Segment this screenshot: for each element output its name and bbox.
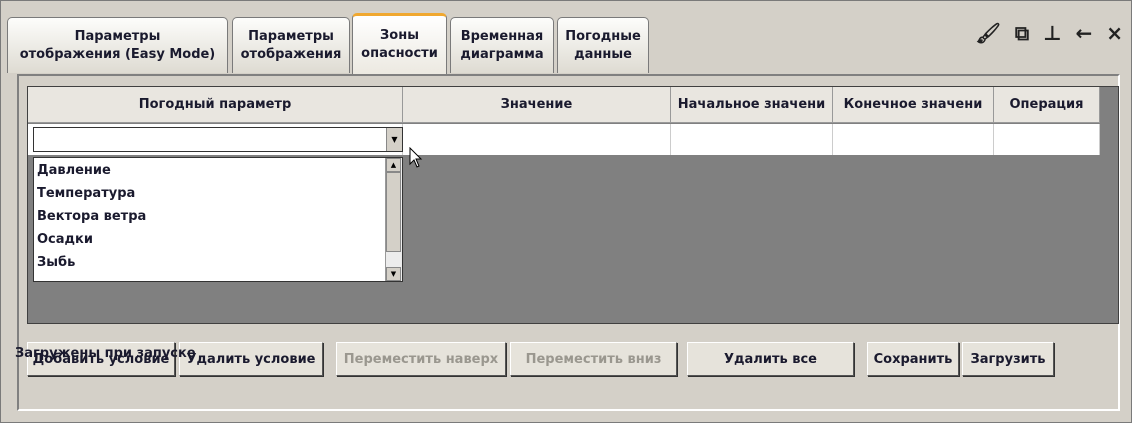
brush-icon[interactable]: 🖌: [976, 21, 1001, 45]
remove-condition-button[interactable]: Удалить условие: [179, 342, 323, 376]
status-text: Загружены при запуске: [15, 346, 196, 361]
row-cell-end-value[interactable]: [833, 124, 994, 155]
dropdown-arrow-icon[interactable]: ▼: [386, 128, 402, 151]
tab-danger-zones[interactable]: Зоны опасности: [352, 13, 447, 74]
pin-icon[interactable]: ⊥: [1043, 21, 1061, 45]
row-cell-value[interactable]: [403, 124, 671, 155]
window-frame: Параметры отображения (Easy Mode) Параме…: [0, 0, 1132, 423]
row-cell-operation[interactable]: [994, 124, 1100, 155]
dropdown-option-swell[interactable]: Зыбь: [37, 252, 75, 274]
dropdown-option-precipitation[interactable]: Осадки: [37, 229, 93, 251]
dropdown-option-temperature[interactable]: Температура: [37, 183, 135, 205]
dropdown-option-wind-vectors[interactable]: Вектора ветра: [37, 206, 146, 228]
dropdown-option-pressure[interactable]: Давление: [37, 160, 111, 182]
mouse-cursor-icon: [409, 147, 423, 168]
row-cell-start-value[interactable]: [671, 124, 833, 155]
tab-display-easy-mode[interactable]: Параметры отображения (Easy Mode): [7, 17, 228, 73]
scroll-thumb[interactable]: [386, 172, 401, 252]
close-icon[interactable]: ×: [1106, 21, 1123, 45]
dropdown-scrollbar[interactable]: ▲ ▼: [385, 158, 402, 281]
column-header-weather-param[interactable]: Погодный параметр: [28, 87, 403, 123]
back-arrow-icon[interactable]: ←: [1075, 21, 1092, 45]
column-header-value[interactable]: Значение: [403, 87, 671, 123]
restore-window-icon[interactable]: ⧉: [1015, 21, 1029, 45]
conditions-grid: Погодный параметр Значение Начальное зна…: [27, 86, 1119, 324]
move-down-button[interactable]: Переместить вниз: [510, 342, 677, 376]
scroll-down-icon[interactable]: ▼: [386, 267, 401, 281]
scroll-up-icon[interactable]: ▲: [386, 158, 401, 172]
load-button[interactable]: Загрузить: [962, 342, 1054, 376]
tab-timeline[interactable]: Временная диаграмма: [450, 17, 554, 73]
weather-param-combobox[interactable]: ▼: [33, 127, 403, 152]
save-button[interactable]: Сохранить: [867, 342, 959, 376]
column-header-operation[interactable]: Операция: [994, 87, 1100, 123]
move-up-button[interactable]: Переместить наверх: [336, 342, 506, 376]
tab-weather-data[interactable]: Погодные данные: [557, 17, 649, 73]
window-toolbar: 🖌 ⧉ ⊥ ← ×: [976, 21, 1123, 45]
column-header-start-value[interactable]: Начальное значени: [671, 87, 833, 123]
weather-param-dropdown-list: Давление Температура Вектора ветра Осадк…: [33, 157, 403, 282]
delete-all-button[interactable]: Удалить все: [687, 342, 854, 376]
column-header-end-value[interactable]: Конечное значени: [833, 87, 994, 123]
tab-display-params[interactable]: Параметры отображения: [232, 17, 350, 73]
